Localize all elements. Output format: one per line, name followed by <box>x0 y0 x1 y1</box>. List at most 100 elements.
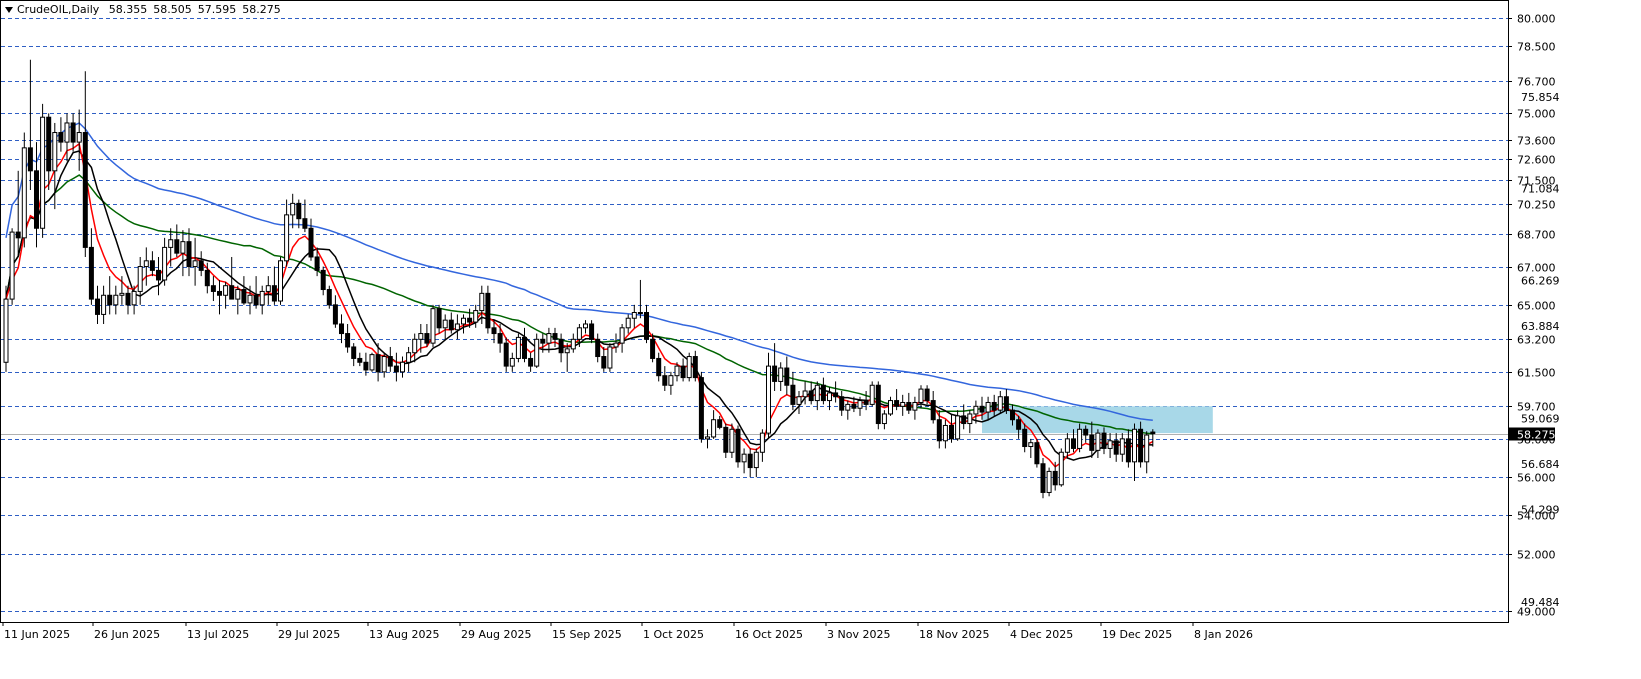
candle <box>723 423 729 459</box>
candle <box>192 237 198 286</box>
price-level-label: 73.600 <box>1517 135 1556 148</box>
candle <box>332 295 338 328</box>
candle <box>156 256 161 296</box>
candle <box>70 113 76 152</box>
candle <box>137 256 143 305</box>
candle <box>528 352 534 372</box>
plot-frame <box>0 0 1509 623</box>
close-value: 58.275 <box>242 3 281 16</box>
candle <box>381 352 387 378</box>
candle <box>650 333 656 363</box>
candle <box>570 333 576 353</box>
candle <box>796 390 802 414</box>
price-chart[interactable]: 80.000 78.500 76.700 75.000 73.600 72.600 71.5… <box>0 0 1641 675</box>
candle <box>613 333 619 353</box>
high-value: 58.505 <box>153 3 192 16</box>
chart-canvas[interactable]: 80.00078.50076.70075.00073.60072.60071.5… <box>0 0 1641 675</box>
price-level-label: 78.500 <box>1517 41 1556 54</box>
candle <box>522 327 527 363</box>
price-level-label: 68.700 <box>1517 229 1556 242</box>
candle <box>888 396 893 416</box>
candle <box>143 247 149 286</box>
candle <box>40 103 46 238</box>
candle <box>1003 389 1009 414</box>
scale-label: 71.084 <box>1521 182 1560 195</box>
candle <box>698 371 704 443</box>
candle <box>387 346 393 372</box>
candle <box>223 281 229 309</box>
moving-averages <box>5 122 1154 468</box>
candle <box>149 251 155 277</box>
date-label: 1 Oct 2025 <box>643 628 704 641</box>
candle <box>497 323 503 353</box>
candle <box>320 266 326 296</box>
current-price-label: 58.275 <box>1517 429 1556 442</box>
candle <box>766 352 771 439</box>
candle <box>1132 423 1137 481</box>
candle <box>692 350 698 382</box>
candle <box>601 346 607 372</box>
candle <box>174 224 180 257</box>
scale-label: 59.069 <box>1521 412 1560 425</box>
candle <box>1040 458 1046 499</box>
candle <box>210 276 216 302</box>
candle <box>241 276 247 305</box>
date-label: 26 Jun 2025 <box>94 628 160 641</box>
candle <box>900 394 906 416</box>
candle <box>424 323 430 347</box>
candle <box>595 333 601 363</box>
candle <box>753 448 759 478</box>
candle <box>784 356 790 395</box>
candle <box>1016 415 1022 439</box>
candle <box>235 285 241 315</box>
candle <box>46 113 52 190</box>
gridlines <box>0 0 1509 623</box>
candle <box>558 333 564 363</box>
date-label: 13 Jul 2025 <box>187 628 249 641</box>
candle <box>589 320 595 344</box>
candle <box>741 448 747 474</box>
candle <box>473 304 479 328</box>
candle <box>942 419 948 449</box>
candle <box>656 352 662 382</box>
dropdown-triangle-icon[interactable] <box>5 7 13 13</box>
candle <box>759 429 765 462</box>
candle <box>845 400 851 420</box>
candle <box>949 413 954 443</box>
date-label: 15 Sep 2025 <box>552 628 622 641</box>
candle <box>1034 438 1040 468</box>
candle <box>906 392 912 414</box>
candle <box>747 448 753 478</box>
scale-label: 75.854 <box>1521 91 1560 104</box>
candle <box>369 352 375 372</box>
candle <box>967 410 973 434</box>
scale-label: 66.269 <box>1521 275 1560 288</box>
candle <box>326 285 332 309</box>
candle <box>1095 429 1101 459</box>
candle <box>125 285 131 315</box>
date-label: 3 Nov 2025 <box>827 628 890 641</box>
candle <box>1144 431 1150 474</box>
price-level-label: 63.200 <box>1517 334 1556 347</box>
candle <box>198 251 204 277</box>
candle <box>869 381 875 407</box>
chart-header: CrudeOIL,Daily 58.355 58.505 57.595 58.275 <box>5 3 287 16</box>
date-label: 4 Dec 2025 <box>1010 628 1073 641</box>
candle <box>509 352 515 372</box>
candle <box>1058 448 1064 487</box>
candle <box>265 276 271 305</box>
scale-label: 63.884 <box>1521 320 1560 333</box>
candle <box>1125 429 1131 468</box>
candle <box>802 381 808 405</box>
candle <box>930 390 936 424</box>
candle <box>997 390 1003 414</box>
low-value: 57.595 <box>197 3 237 16</box>
candle <box>82 71 88 257</box>
candle <box>503 337 509 372</box>
candle <box>808 381 814 405</box>
candle <box>290 193 296 229</box>
price-level-label: 65.000 <box>1517 300 1556 313</box>
candle <box>833 381 839 403</box>
candle <box>76 109 82 171</box>
candle <box>839 390 845 416</box>
